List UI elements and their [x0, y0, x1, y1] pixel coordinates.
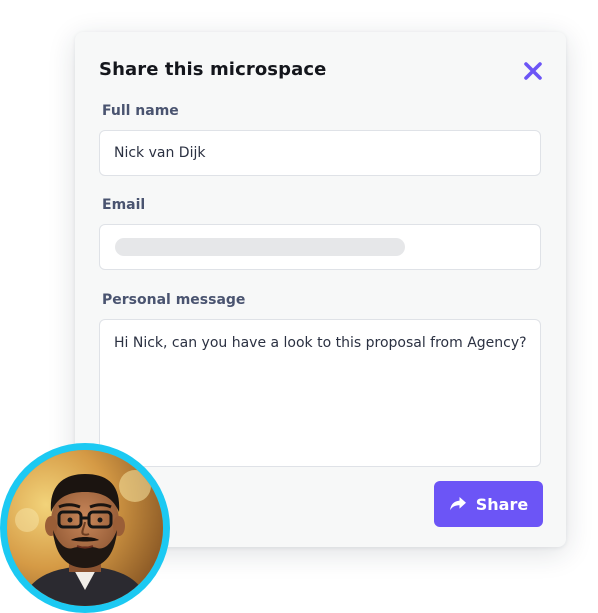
- email-field[interactable]: [99, 224, 541, 270]
- dialog-title: Share this microspace: [99, 59, 327, 80]
- close-button[interactable]: [522, 60, 544, 82]
- share-dialog: Share this microspace Full name Nick van…: [75, 32, 566, 547]
- personal-message-field[interactable]: Hi Nick, can you have a look to this pro…: [99, 319, 541, 467]
- share-button-label: Share: [475, 494, 529, 514]
- personal-message-label: Personal message: [102, 292, 246, 308]
- personal-message-value: Hi Nick, can you have a look to this pro…: [114, 335, 527, 351]
- email-redacted-placeholder: [115, 238, 405, 256]
- avatar: [7, 450, 163, 606]
- full-name-field[interactable]: Nick van Dijk: [99, 130, 541, 176]
- share-arrow-icon: [449, 497, 466, 511]
- avatar-portrait: [7, 450, 163, 606]
- share-dialog-scene: Share this microspace Full name Nick van…: [0, 0, 598, 613]
- close-icon: [524, 62, 542, 80]
- avatar-ring: [0, 443, 170, 613]
- full-name-value: Nick van Dijk: [114, 145, 206, 161]
- email-label: Email: [102, 197, 146, 213]
- full-name-label: Full name: [102, 103, 179, 119]
- share-button[interactable]: Share: [434, 481, 543, 527]
